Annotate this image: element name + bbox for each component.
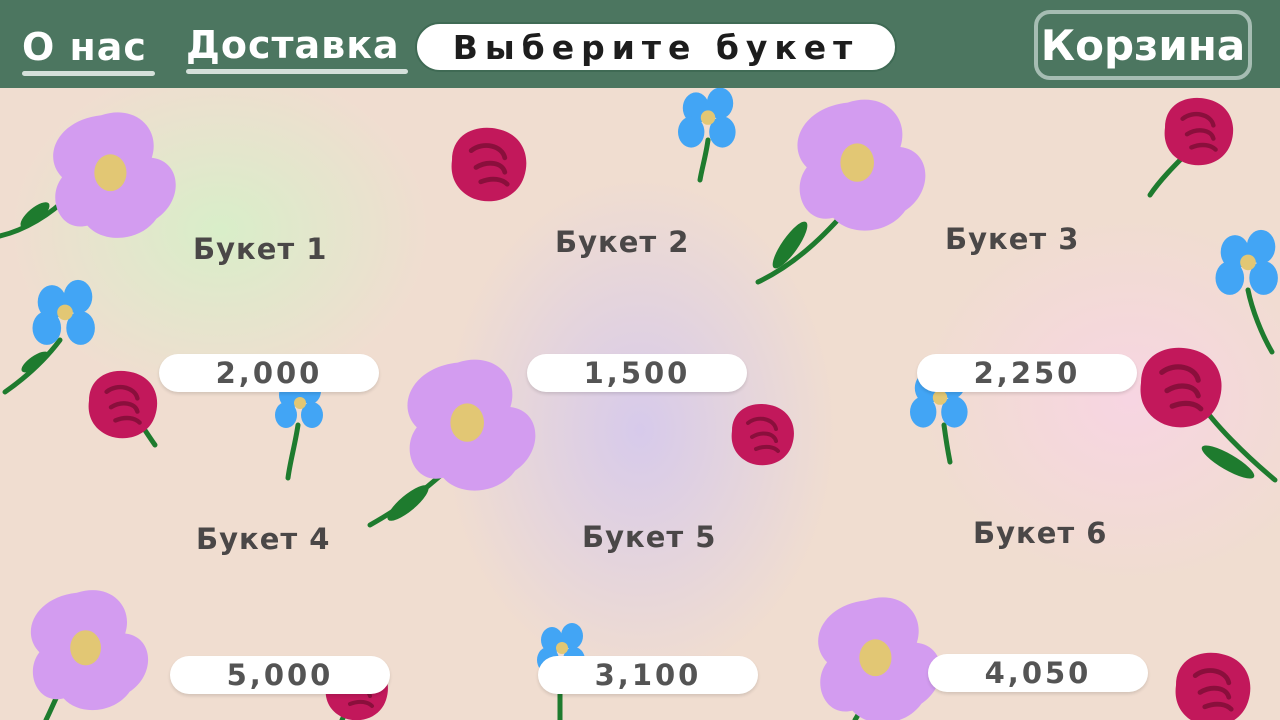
about-link[interactable]: О нас (22, 25, 155, 76)
delivery-link-underline (186, 69, 408, 74)
bouquet-4-title[interactable]: Букет 4 (196, 522, 330, 556)
choose-bouquet-label: Выберите букет (452, 27, 860, 67)
bouquet-2-title[interactable]: Букет 2 (555, 225, 689, 259)
cart-button-label: Корзина (1040, 20, 1246, 70)
delivery-link-label: Доставка (186, 23, 400, 67)
bouquet-5-price-value: 3,100 (594, 658, 702, 692)
bouquet-5-title[interactable]: Букет 5 (582, 520, 716, 554)
bouquet-6-title[interactable]: Букет 6 (973, 516, 1107, 550)
top-navigation-bar: О нас Доставка Выберите букет Корзина (0, 0, 1280, 88)
about-link-underline (22, 71, 155, 76)
bouquet-4-price[interactable]: 5,000 (170, 656, 390, 694)
bouquet-2-price-value: 1,500 (583, 356, 691, 390)
bouquet-3-title[interactable]: Букет 3 (945, 222, 1079, 256)
bouquet-2-price[interactable]: 1,500 (527, 354, 747, 392)
bouquet-1-price-value: 2,000 (215, 356, 323, 390)
bouquet-4-price-value: 5,000 (226, 658, 334, 692)
about-link-label: О нас (22, 25, 147, 69)
bouquet-5-price[interactable]: 3,100 (538, 656, 758, 694)
bouquet-3-price-value: 2,250 (973, 356, 1081, 390)
bouquet-1-title[interactable]: Букет 1 (193, 232, 327, 266)
bouquet-6-price[interactable]: 4,050 (928, 654, 1148, 692)
bouquet-3-price[interactable]: 2,250 (917, 354, 1137, 392)
cart-button[interactable]: Корзина (1034, 10, 1252, 80)
choose-bouquet-field[interactable]: Выберите букет (415, 22, 897, 72)
bouquet-1-price[interactable]: 2,000 (159, 354, 379, 392)
bouquet-6-price-value: 4,050 (984, 656, 1092, 690)
delivery-link[interactable]: Доставка (186, 23, 408, 74)
